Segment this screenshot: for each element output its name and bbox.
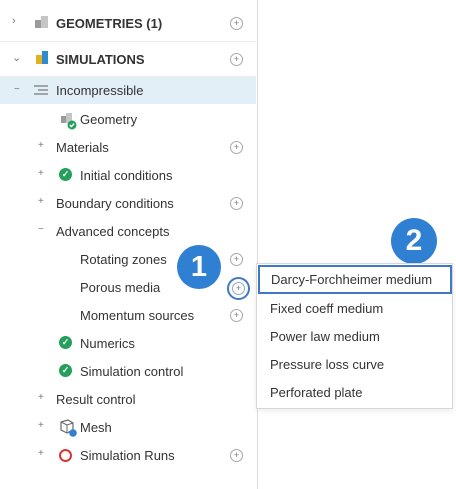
add-simulation-button[interactable]: + [230, 53, 243, 66]
menu-item-perforated-plate[interactable]: Perforated plate [257, 378, 452, 406]
incompressible-label: Incompressible [56, 83, 144, 98]
plus-icon: + [232, 282, 245, 295]
tree-item-materials[interactable]: + Materials + [0, 133, 256, 161]
menu-item-power-law[interactable]: Power law medium [257, 322, 452, 350]
tree-item-incompressible[interactable]: − Incompressible [0, 77, 256, 104]
porous-media-context-menu: Darcy-Forchheimer medium Fixed coeff med… [256, 263, 453, 409]
tree-item-simulation-control[interactable]: ✓ Simulation control [0, 357, 256, 385]
tree-item-numerics[interactable]: ✓ Numerics [0, 329, 256, 357]
geometry-assigned-icon [61, 113, 77, 130]
menu-item-label: Fixed coeff medium [270, 301, 384, 316]
tree-item-mesh[interactable]: + Mesh [0, 413, 256, 441]
menu-item-label: Pressure loss curve [270, 357, 385, 372]
advanced-concepts-label: Advanced concepts [56, 224, 170, 239]
geometry-cubes-icon [35, 16, 48, 28]
add-porous-media-button[interactable]: + [227, 277, 250, 300]
initial-conditions-label: Initial conditions [80, 168, 173, 183]
tree-item-momentum-sources[interactable]: Momentum sources + [0, 301, 256, 329]
expand-icon[interactable]: + [38, 197, 44, 207]
tree-item-simulations[interactable]: ⌄ SIMULATIONS + [0, 45, 256, 73]
menu-item-pressure-loss-curve[interactable]: Pressure loss curve [257, 350, 452, 378]
mesh-label: Mesh [80, 420, 112, 435]
simulation-control-label: Simulation control [80, 364, 184, 379]
menu-item-fixed-coeff[interactable]: Fixed coeff medium [257, 294, 452, 322]
menu-item-label: Power law medium [270, 329, 380, 344]
menu-item-label: Perforated plate [270, 385, 363, 400]
tree-item-result-control[interactable]: + Result control [0, 385, 256, 413]
expand-icon[interactable]: + [38, 169, 44, 179]
expand-icon[interactable]: + [38, 421, 44, 431]
analysis-type-icon [34, 85, 48, 95]
check-icon: ✓ [59, 364, 72, 377]
add-geometry-button[interactable]: + [230, 17, 243, 30]
materials-label: Materials [56, 140, 109, 155]
collapse-icon[interactable]: − [38, 225, 44, 235]
chevron-down-icon[interactable]: ⌄ [12, 51, 21, 64]
simulation-icon [36, 51, 48, 64]
tree-item-geometries[interactable]: › GEOMETRIES (1) + [0, 9, 256, 37]
add-material-button[interactable]: + [230, 141, 243, 154]
add-rotating-zone-button[interactable]: + [230, 253, 243, 266]
error-status-icon [59, 449, 72, 462]
chevron-right-icon[interactable]: › [12, 15, 16, 27]
step-badge-2: 2 [391, 218, 437, 264]
numerics-label: Numerics [80, 336, 135, 351]
step-badge-1: 1 [177, 245, 221, 289]
add-boundary-condition-button[interactable]: + [230, 197, 243, 210]
add-simulation-run-button[interactable]: + [230, 449, 243, 462]
check-icon: ✓ [59, 336, 72, 349]
mesh-icon [60, 419, 77, 437]
simulations-label: SIMULATIONS [56, 52, 145, 67]
tree-item-boundary-conditions[interactable]: + Boundary conditions + [0, 189, 256, 217]
divider [0, 41, 256, 42]
menu-item-label: Darcy-Forchheimer medium [271, 272, 433, 287]
menu-item-darcy-forchheimer[interactable]: Darcy-Forchheimer medium [258, 265, 452, 294]
boundary-conditions-label: Boundary conditions [56, 196, 174, 211]
tree-item-simulation-runs[interactable]: + Simulation Runs + [0, 441, 256, 469]
rotating-zones-label: Rotating zones [80, 252, 167, 267]
simulation-tree-panel: › GEOMETRIES (1) + ⌄ SIMULATIONS + − Inc… [0, 0, 258, 489]
geometry-label: Geometry [80, 112, 138, 127]
porous-media-label: Porous media [80, 280, 161, 295]
expand-icon[interactable]: + [38, 393, 44, 403]
tree-item-advanced-concepts[interactable]: − Advanced concepts [0, 217, 256, 245]
collapse-icon[interactable]: − [14, 85, 20, 95]
check-icon: ✓ [59, 168, 72, 181]
tree-item-initial-conditions[interactable]: + ✓ Initial conditions [0, 161, 256, 189]
tree-item-geometry[interactable]: Geometry [0, 105, 256, 133]
momentum-sources-label: Momentum sources [80, 308, 195, 323]
simulation-runs-label: Simulation Runs [80, 448, 175, 463]
add-momentum-source-button[interactable]: + [230, 309, 243, 322]
geometries-label: GEOMETRIES (1) [56, 16, 163, 31]
expand-icon[interactable]: + [38, 141, 44, 151]
expand-icon[interactable]: + [38, 449, 44, 459]
result-control-label: Result control [56, 392, 136, 407]
